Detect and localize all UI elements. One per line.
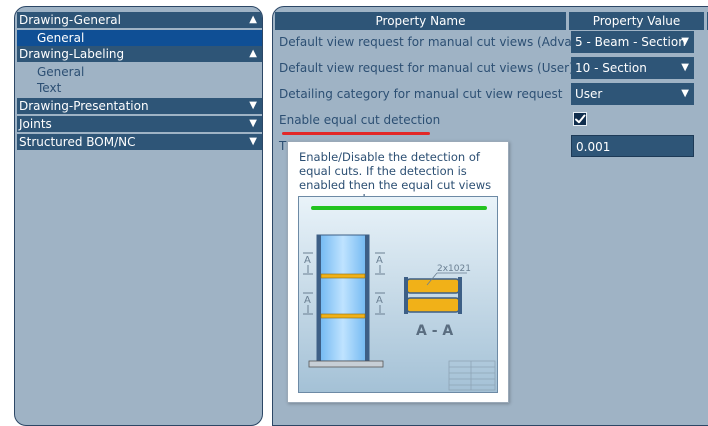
property-value-header[interactable]: Property Value	[569, 12, 704, 30]
highlight-underline	[282, 132, 430, 135]
property-name-header[interactable]: Property Name	[275, 12, 566, 30]
category-label: Structured BOM/NC	[19, 135, 136, 149]
dropdown-arrow-icon[interactable]: ▼	[681, 57, 689, 79]
property-label-detailing-category: Detailing category for manual cut view r…	[279, 87, 563, 101]
equal-cut-illustration: A A A A 2x1021 A - A	[298, 196, 498, 393]
collapse-arrow-icon[interactable]: ▲	[249, 12, 257, 28]
category-drawing-general[interactable]: Drawing-General ▲	[17, 12, 262, 28]
expand-arrow-icon[interactable]: ▼	[249, 98, 257, 114]
category-tree: Drawing-General ▲ General Drawing-Labeli…	[17, 12, 262, 152]
dimension-label: 2x1021	[437, 264, 471, 274]
svg-text:A: A	[304, 295, 311, 306]
tree-item-labeling-text[interactable]: Text	[17, 80, 262, 96]
equal-cut-detection-checkbox[interactable]	[573, 112, 587, 126]
checkmark-icon	[575, 114, 586, 124]
beam-section-illustration-icon: A A A A 2x1021 A - A	[299, 197, 497, 392]
svg-text:A: A	[376, 295, 383, 306]
dropdown-value: 10 - Section	[575, 61, 647, 75]
category-tree-panel: Drawing-General ▲ General Drawing-Labeli…	[14, 6, 263, 426]
svg-text:A: A	[376, 255, 383, 266]
property-label-view-request-user: Default view request for manual cut view…	[279, 61, 574, 75]
expand-arrow-icon[interactable]: ▼	[249, 134, 257, 150]
section-label: A - A	[416, 323, 453, 339]
category-label: Drawing-Labeling	[19, 47, 125, 61]
tree-item-labeling-general[interactable]: General	[17, 64, 262, 80]
dropdown-value: User	[575, 87, 603, 101]
view-request-user-dropdown[interactable]: 10 - Section ▼	[571, 57, 694, 79]
category-label: Joints	[19, 117, 52, 131]
category-structured-bom-nc[interactable]: Structured BOM/NC ▼	[17, 134, 262, 150]
view-request-advance-dropdown[interactable]: 5 - Beam - Section ▼	[571, 31, 694, 53]
category-drawing-presentation[interactable]: Drawing-Presentation ▼	[17, 98, 262, 114]
collapse-arrow-icon[interactable]: ▲	[249, 46, 257, 62]
dropdown-value: 5 - Beam - Section	[575, 35, 686, 49]
category-label: Drawing-General	[19, 13, 121, 27]
category-joints[interactable]: Joints ▼	[17, 116, 262, 132]
category-drawing-labeling[interactable]: Drawing-Labeling ▲	[17, 46, 262, 62]
category-label: Drawing-Presentation	[19, 99, 149, 113]
tolerance-input[interactable]: 0.001	[571, 135, 694, 157]
highlight-bar	[311, 206, 487, 210]
dropdown-arrow-icon[interactable]: ▼	[681, 83, 689, 105]
property-label-tolerance: T	[279, 139, 287, 153]
tree-item-general[interactable]: General	[17, 30, 262, 46]
equal-cut-tooltip: Enable/Disable the detection of equal cu…	[287, 141, 509, 403]
dropdown-arrow-icon[interactable]: ▼	[681, 31, 689, 53]
detailing-category-dropdown[interactable]: User ▼	[571, 83, 694, 105]
property-label-view-request-advance: Default view request for manual cut view…	[279, 35, 599, 49]
property-label-equal-cut-detection: Enable equal cut detection	[279, 113, 441, 127]
expand-arrow-icon[interactable]: ▼	[249, 116, 257, 132]
svg-text:A: A	[304, 255, 311, 266]
